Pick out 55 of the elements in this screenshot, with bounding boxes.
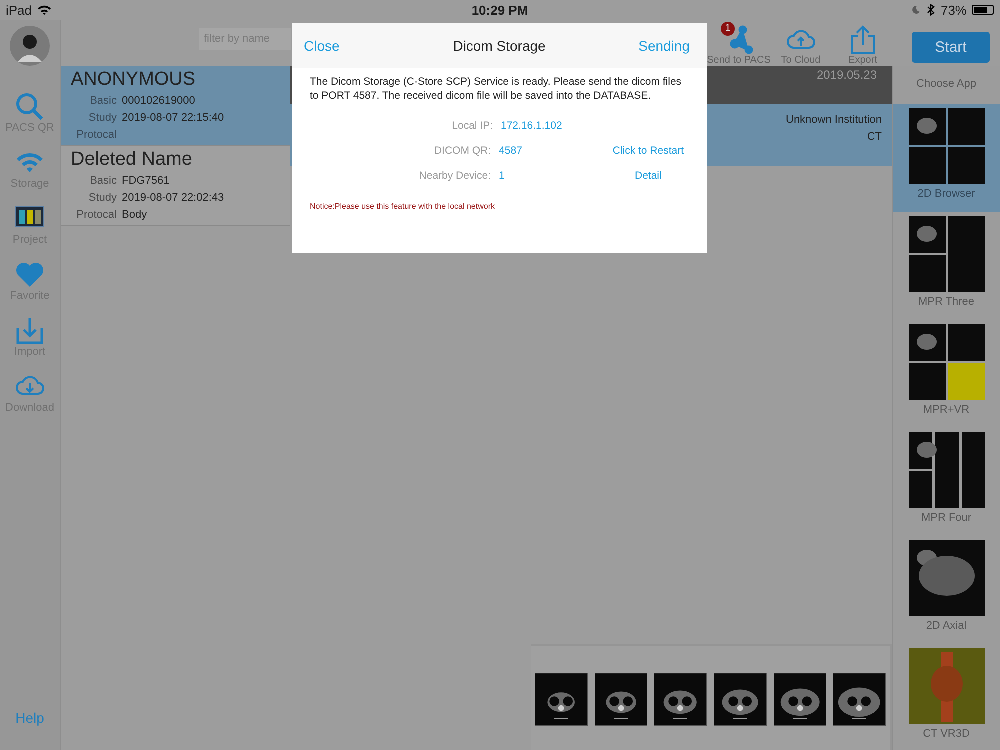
- institution-name: Unknown Institution: [786, 113, 882, 128]
- field-value: 1: [499, 170, 506, 182]
- avatar-icon[interactable]: [10, 26, 50, 66]
- clock-time: 10:29 PM: [472, 2, 528, 18]
- field-label: Protocal: [76, 128, 117, 143]
- battery-icon: [972, 5, 994, 15]
- app-item[interactable]: MPR+VR: [893, 320, 1000, 428]
- close-button[interactable]: Close: [304, 38, 340, 54]
- app-item[interactable]: MPR Four: [893, 428, 1000, 536]
- wifi-signal-icon: [37, 4, 52, 16]
- series-date: 2019.05.23: [816, 68, 877, 84]
- field-label: DICOM QR:: [433, 144, 492, 156]
- patient-item[interactable]: ANONYMOUS Basic 000102619000 Study 2019-08-07 22:15:40 Protocal: [61, 66, 290, 146]
- dialog-title: Dicom Storage: [453, 38, 546, 54]
- field-label: Nearby Device:: [418, 170, 492, 182]
- toolbar-button[interactable]: Send to PACS 1: [708, 25, 770, 66]
- battery-percent: 73%: [940, 2, 967, 18]
- heart-icon: [15, 260, 45, 290]
- field-label: Study: [88, 191, 117, 206]
- help-link[interactable]: Help: [16, 710, 44, 726]
- notification-badge: 1: [721, 22, 735, 36]
- action-link[interactable]: Click to Restart: [608, 144, 689, 156]
- app-item[interactable]: MPR Three: [893, 212, 1000, 320]
- export-icon: [848, 25, 878, 55]
- device-name: iPad: [6, 2, 32, 18]
- field-label: Local IP:: [451, 120, 493, 132]
- field-value: 4587: [499, 144, 524, 156]
- patient-name: ANONYMOUS: [71, 69, 197, 91]
- field-value: 000102619000: [122, 94, 196, 109]
- bluetooth-icon: [926, 4, 936, 16]
- field-value: 2019-08-07 22:15:40: [122, 111, 224, 126]
- action-link[interactable]: Detail: [608, 170, 689, 182]
- app-item[interactable]: 2D Browser: [893, 104, 1000, 212]
- field-label: Study: [88, 111, 117, 126]
- moon-icon: [910, 4, 921, 16]
- search-icon: [14, 92, 45, 122]
- modality: CT: [867, 130, 882, 145]
- tray-arrow-icon: [15, 316, 45, 346]
- notice-text: Notice:Please use this feature with the local network: [310, 202, 496, 211]
- field-label: Basic: [89, 94, 117, 109]
- toolbar-button[interactable]: Export: [832, 25, 894, 66]
- app-item[interactable]: CT VR3D: [893, 644, 1000, 750]
- field-label: Basic: [89, 174, 117, 189]
- toolbar-button[interactable]: To Cloud: [770, 25, 832, 66]
- sending-button[interactable]: Sending: [638, 38, 690, 54]
- field-value: FDG7561: [122, 174, 170, 189]
- panel-title: Choose App: [916, 77, 978, 92]
- field-value: 172.16.1.102: [501, 120, 564, 132]
- app-item[interactable]: 2D Axial: [893, 536, 1000, 644]
- field-value: Body: [122, 208, 148, 223]
- field-value: 2019-08-07 22:02:43: [122, 191, 224, 206]
- message-text: The Dicom Storage (C-Store SCP) Service is ready. Please send the dicom files to PORT 4587. The received dicom file will be saved into the DATABASE.: [310, 76, 683, 103]
- patient-name: Deleted Name: [71, 149, 194, 171]
- field-label: Protocal: [76, 208, 117, 223]
- start-button[interactable]: Start: [912, 32, 990, 63]
